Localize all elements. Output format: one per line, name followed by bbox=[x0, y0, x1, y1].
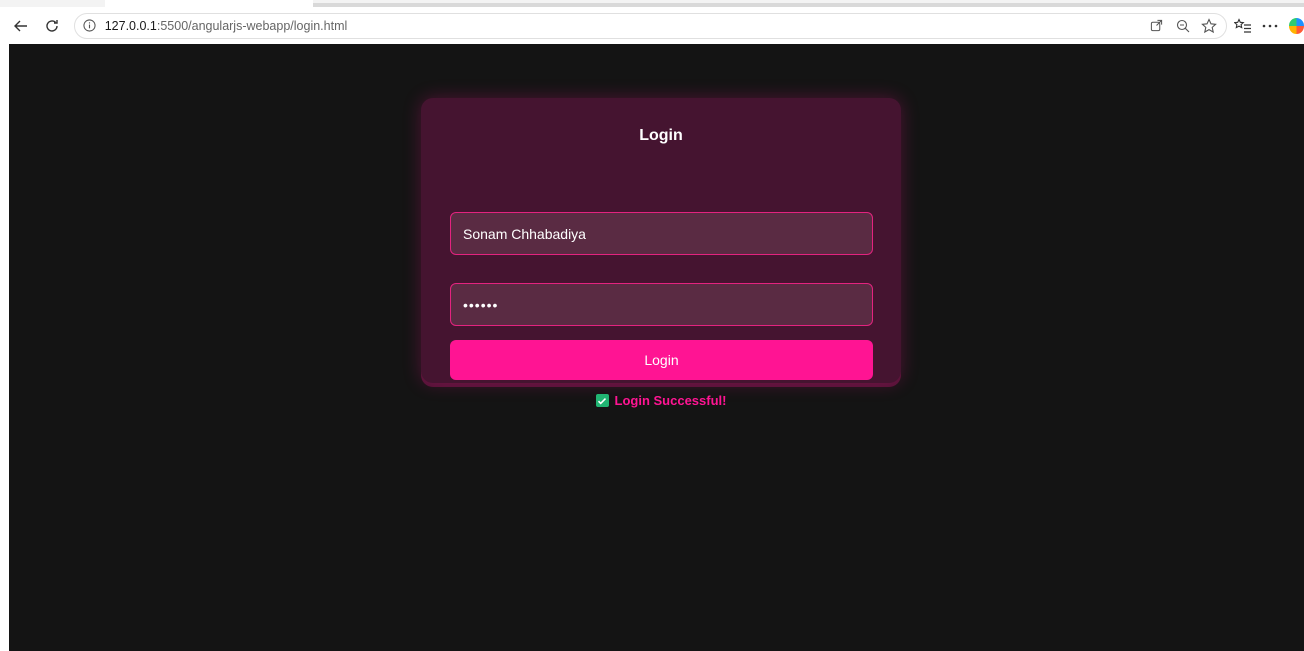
browser-window: 127.0.0.1:5500/angularjs-webapp/login.ht… bbox=[0, 0, 1304, 651]
refresh-icon[interactable] bbox=[41, 14, 64, 38]
favorite-star-icon[interactable] bbox=[1200, 17, 1218, 35]
more-icon[interactable] bbox=[1260, 15, 1281, 37]
url-host: 127.0.0.1 bbox=[104, 18, 157, 33]
status-message: Login Successful! bbox=[614, 393, 727, 408]
active-tab[interactable] bbox=[105, 0, 313, 7]
favorites-list-icon[interactable] bbox=[1233, 15, 1254, 37]
zoom-icon[interactable] bbox=[1174, 17, 1192, 35]
open-in-app-icon[interactable] bbox=[1148, 17, 1166, 35]
check-icon bbox=[595, 394, 609, 407]
url-path: :5500/angularjs-webapp/login.html bbox=[156, 18, 348, 33]
login-card: Login Sonam Chhabadiya •••••• Login Logi… bbox=[421, 98, 901, 408]
info-icon[interactable] bbox=[83, 19, 97, 33]
tab-strip bbox=[0, 0, 1304, 7]
copilot-icon[interactable] bbox=[1288, 17, 1304, 34]
login-title: Login bbox=[639, 127, 683, 144]
login-button[interactable]: Login bbox=[450, 340, 873, 380]
password-input[interactable]: •••••• bbox=[450, 283, 873, 326]
username-input[interactable]: Sonam Chhabadiya bbox=[450, 212, 873, 255]
back-arrow-icon[interactable] bbox=[10, 14, 33, 38]
browser-toolbar: 127.0.0.1:5500/angularjs-webapp/login.ht… bbox=[0, 7, 1304, 44]
login-status: Login Successful! bbox=[421, 393, 901, 408]
address-bar[interactable]: 127.0.0.1:5500/angularjs-webapp/login.ht… bbox=[73, 12, 1227, 39]
page-viewport: Login Sonam Chhabadiya •••••• Login Logi… bbox=[9, 44, 1304, 651]
